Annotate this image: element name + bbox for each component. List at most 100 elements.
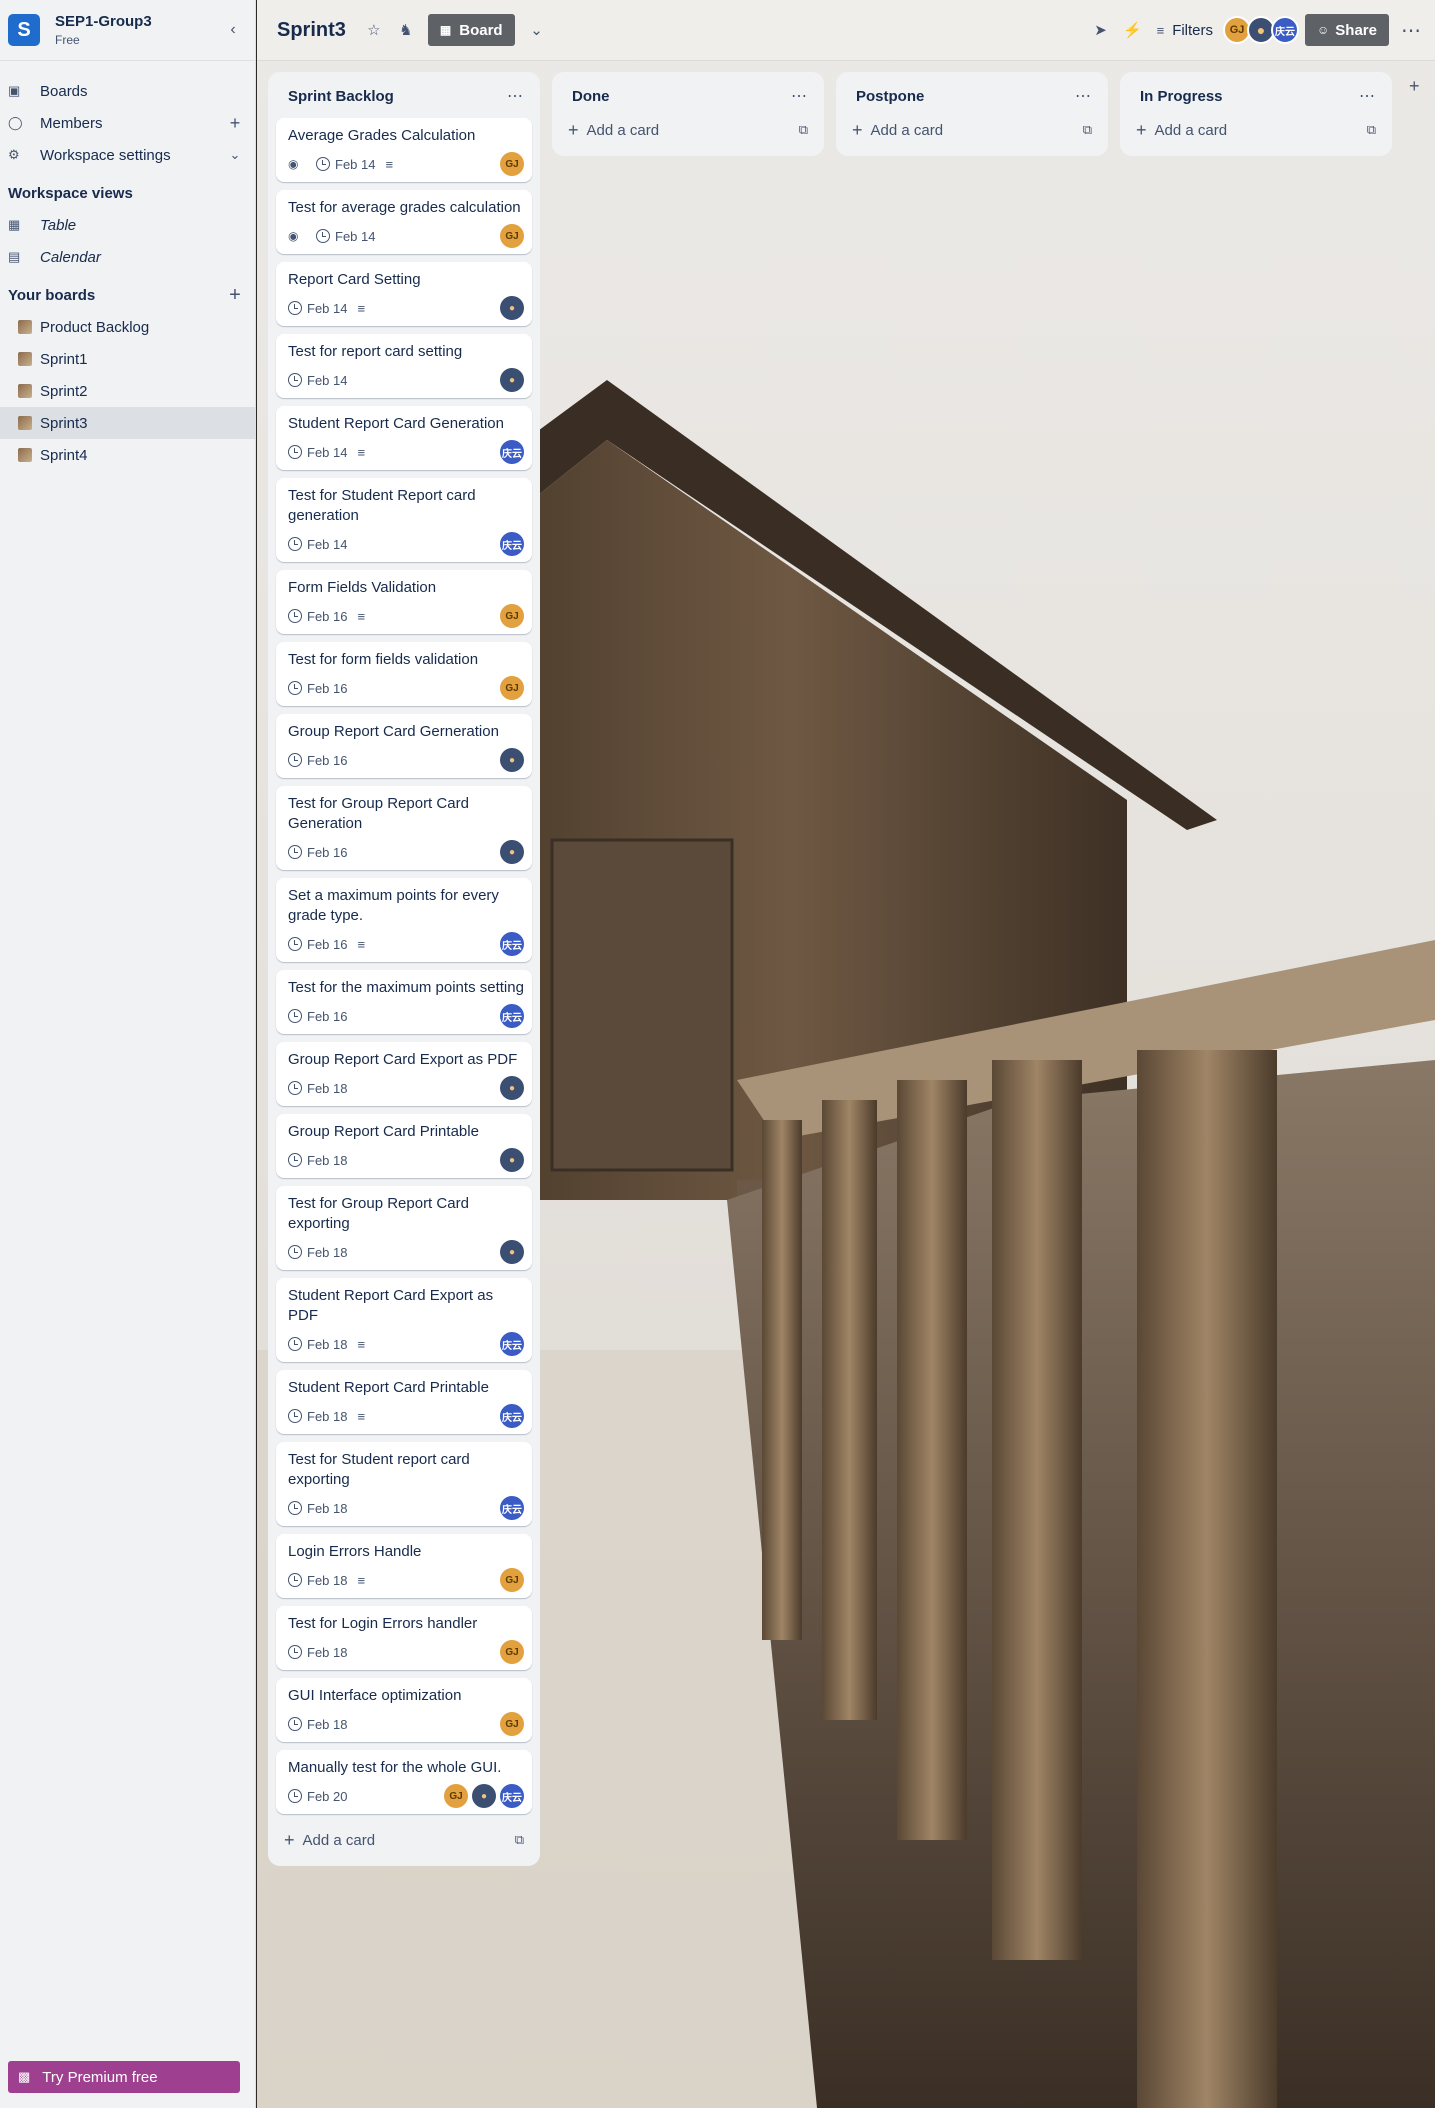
due-date-badge[interactable]: Feb 16 [288, 845, 347, 860]
list-header[interactable]: Done ⋯ [560, 80, 816, 112]
avatar[interactable]: ● [500, 368, 524, 392]
card[interactable]: Student Report Card Generation Feb 14 ≡ 庆云 [276, 406, 532, 470]
add-card-button[interactable]: + Add a card ⧉ [560, 112, 816, 148]
due-date-badge[interactable]: Feb 14 [316, 229, 375, 244]
sidebar-board-sprint4[interactable]: Sprint4 [0, 439, 255, 471]
due-date-badge[interactable]: Feb 20 [288, 1789, 347, 1804]
avatar[interactable]: GJ [444, 1784, 468, 1808]
add-card-button[interactable]: + Add a card ⧉ [1128, 112, 1384, 148]
due-date-badge[interactable]: Feb 18 [288, 1153, 347, 1168]
avatar[interactable]: GJ [500, 676, 524, 700]
list-menu-icon[interactable]: ⋯ [507, 86, 524, 106]
add-list-icon[interactable]: + [1409, 76, 1433, 108]
due-date-badge[interactable]: Feb 16 [288, 681, 347, 696]
card-template-icon[interactable]: ⧉ [1367, 122, 1376, 138]
view-table[interactable]: ▦ Table [0, 209, 255, 241]
list-menu-icon[interactable]: ⋯ [1359, 86, 1376, 106]
list-menu-icon[interactable]: ⋯ [1075, 86, 1092, 106]
avatar[interactable]: 庆云 [500, 1784, 524, 1808]
avatar[interactable]: GJ [500, 1712, 524, 1736]
card[interactable]: Average Grades Calculation ◉ Feb 14 ≡ GJ [276, 118, 532, 182]
avatar[interactable]: ● [472, 1784, 496, 1808]
filters-button[interactable]: ≡ Filters [1149, 14, 1221, 46]
nav-workspace-settings[interactable]: ⚙ Workspace settings ⌄ [0, 139, 255, 171]
card[interactable]: Set a maximum points for every grade typ… [276, 878, 532, 962]
view-calendar[interactable]: ▤ Calendar [0, 241, 255, 273]
nav-boards[interactable]: ▣ Boards [0, 75, 255, 107]
sidebar-board-product-backlog[interactable]: Product Backlog [0, 311, 255, 343]
list-title[interactable]: Sprint Backlog [288, 88, 507, 105]
share-button[interactable]: ☺ Share [1305, 14, 1389, 46]
board-view-button[interactable]: ▦ Board [427, 14, 515, 46]
avatar[interactable]: ● [500, 1148, 524, 1172]
visibility-icon[interactable]: ♞ [390, 14, 422, 46]
avatar[interactable]: GJ [500, 1640, 524, 1664]
due-date-badge[interactable]: Feb 18 [288, 1245, 347, 1260]
card[interactable]: Group Report Card Export as PDF Feb 18 ● [276, 1042, 532, 1106]
avatar[interactable]: 庆云 [500, 932, 524, 956]
board-title[interactable]: Sprint3 [277, 19, 346, 42]
due-date-badge[interactable]: Feb 18 [288, 1573, 347, 1588]
card[interactable]: Test for Student report card exporting Fe… [276, 1442, 532, 1526]
avatar[interactable]: 庆云 [500, 1404, 524, 1428]
nav-members[interactable]: ◯ Members + [0, 107, 255, 139]
card[interactable]: Test for the maximum points setting Feb 1… [276, 970, 532, 1034]
list-title[interactable]: Done [572, 88, 791, 105]
due-date-badge[interactable]: Feb 14 [316, 157, 375, 172]
card[interactable]: Test for Login Errors handler Feb 18 GJ [276, 1606, 532, 1670]
sidebar-board-sprint1[interactable]: Sprint1 [0, 343, 255, 375]
add-card-button[interactable]: + Add a card ⧉ [844, 112, 1100, 148]
try-premium-button[interactable]: ▩ Try Premium free [8, 2061, 240, 2093]
due-date-badge[interactable]: Feb 18 [288, 1409, 347, 1424]
list-header[interactable]: Sprint Backlog ⋯ [276, 80, 532, 112]
due-date-badge[interactable]: Feb 14 [288, 301, 347, 316]
due-date-badge[interactable]: Feb 18 [288, 1501, 347, 1516]
sidebar-board-sprint2[interactable]: Sprint2 [0, 375, 255, 407]
add-board-icon[interactable]: + [223, 284, 247, 307]
due-date-badge[interactable]: Feb 14 [288, 373, 347, 388]
lightning-icon[interactable]: ⚡ [1117, 14, 1149, 46]
card[interactable]: Login Errors Handle Feb 18 ≡ GJ [276, 1534, 532, 1598]
due-date-badge[interactable]: Feb 16 [288, 1009, 347, 1024]
more-icon[interactable]: ⋯ [1395, 14, 1427, 46]
avatar[interactable]: ● [500, 748, 524, 772]
avatar[interactable]: GJ [500, 604, 524, 628]
rocket-icon[interactable]: ➤ [1085, 14, 1117, 46]
card[interactable]: Test for average grades calculation ◉ Feb … [276, 190, 532, 254]
due-date-badge[interactable]: Feb 14 [288, 445, 347, 460]
list-header[interactable]: In Progress ⋯ [1128, 80, 1384, 112]
avatar[interactable]: GJ [500, 224, 524, 248]
avatar[interactable]: GJ [500, 152, 524, 176]
avatar[interactable]: ● [500, 840, 524, 864]
star-icon[interactable]: ☆ [358, 14, 390, 46]
card-template-icon[interactable]: ⧉ [515, 1832, 524, 1848]
card[interactable]: Student Report Card Export as PDF Feb 18 ≡… [276, 1278, 532, 1362]
card[interactable]: Test for report card setting Feb 14 ● [276, 334, 532, 398]
avatar[interactable]: 庆云 [500, 1004, 524, 1028]
chevron-down-icon[interactable]: ⌄ [521, 14, 553, 46]
avatar[interactable]: 庆云 [1271, 16, 1300, 44]
chevron-down-icon[interactable]: ⌄ [223, 147, 247, 163]
card[interactable]: Group Report Card Gerneration Feb 16 ● [276, 714, 532, 778]
avatar[interactable]: 庆云 [500, 1496, 524, 1520]
avatar[interactable]: ● [500, 296, 524, 320]
due-date-badge[interactable]: Feb 16 [288, 609, 347, 624]
due-date-badge[interactable]: Feb 14 [288, 537, 347, 552]
card[interactable]: Test for form fields validation Feb 16 GJ [276, 642, 532, 706]
sidebar-board-sprint3[interactable]: Sprint3 [0, 407, 255, 439]
avatar[interactable]: 庆云 [500, 440, 524, 464]
collapse-sidebar-button[interactable]: ‹ [219, 16, 247, 44]
list-menu-icon[interactable]: ⋯ [791, 86, 808, 106]
due-date-badge[interactable]: Feb 18 [288, 1081, 347, 1096]
due-date-badge[interactable]: Feb 16 [288, 753, 347, 768]
list-header[interactable]: Postpone ⋯ [844, 80, 1100, 112]
card[interactable]: Test for Group Report Card exporting Feb … [276, 1186, 532, 1270]
card[interactable]: Test for Student Report card generation F… [276, 478, 532, 562]
card-template-icon[interactable]: ⧉ [799, 122, 808, 138]
list-title[interactable]: Postpone [856, 88, 1075, 105]
due-date-badge[interactable]: Feb 18 [288, 1337, 347, 1352]
avatar[interactable]: 庆云 [500, 532, 524, 556]
avatar[interactable]: ● [500, 1076, 524, 1100]
due-date-badge[interactable]: Feb 18 [288, 1645, 347, 1660]
avatar[interactable]: GJ [500, 1568, 524, 1592]
